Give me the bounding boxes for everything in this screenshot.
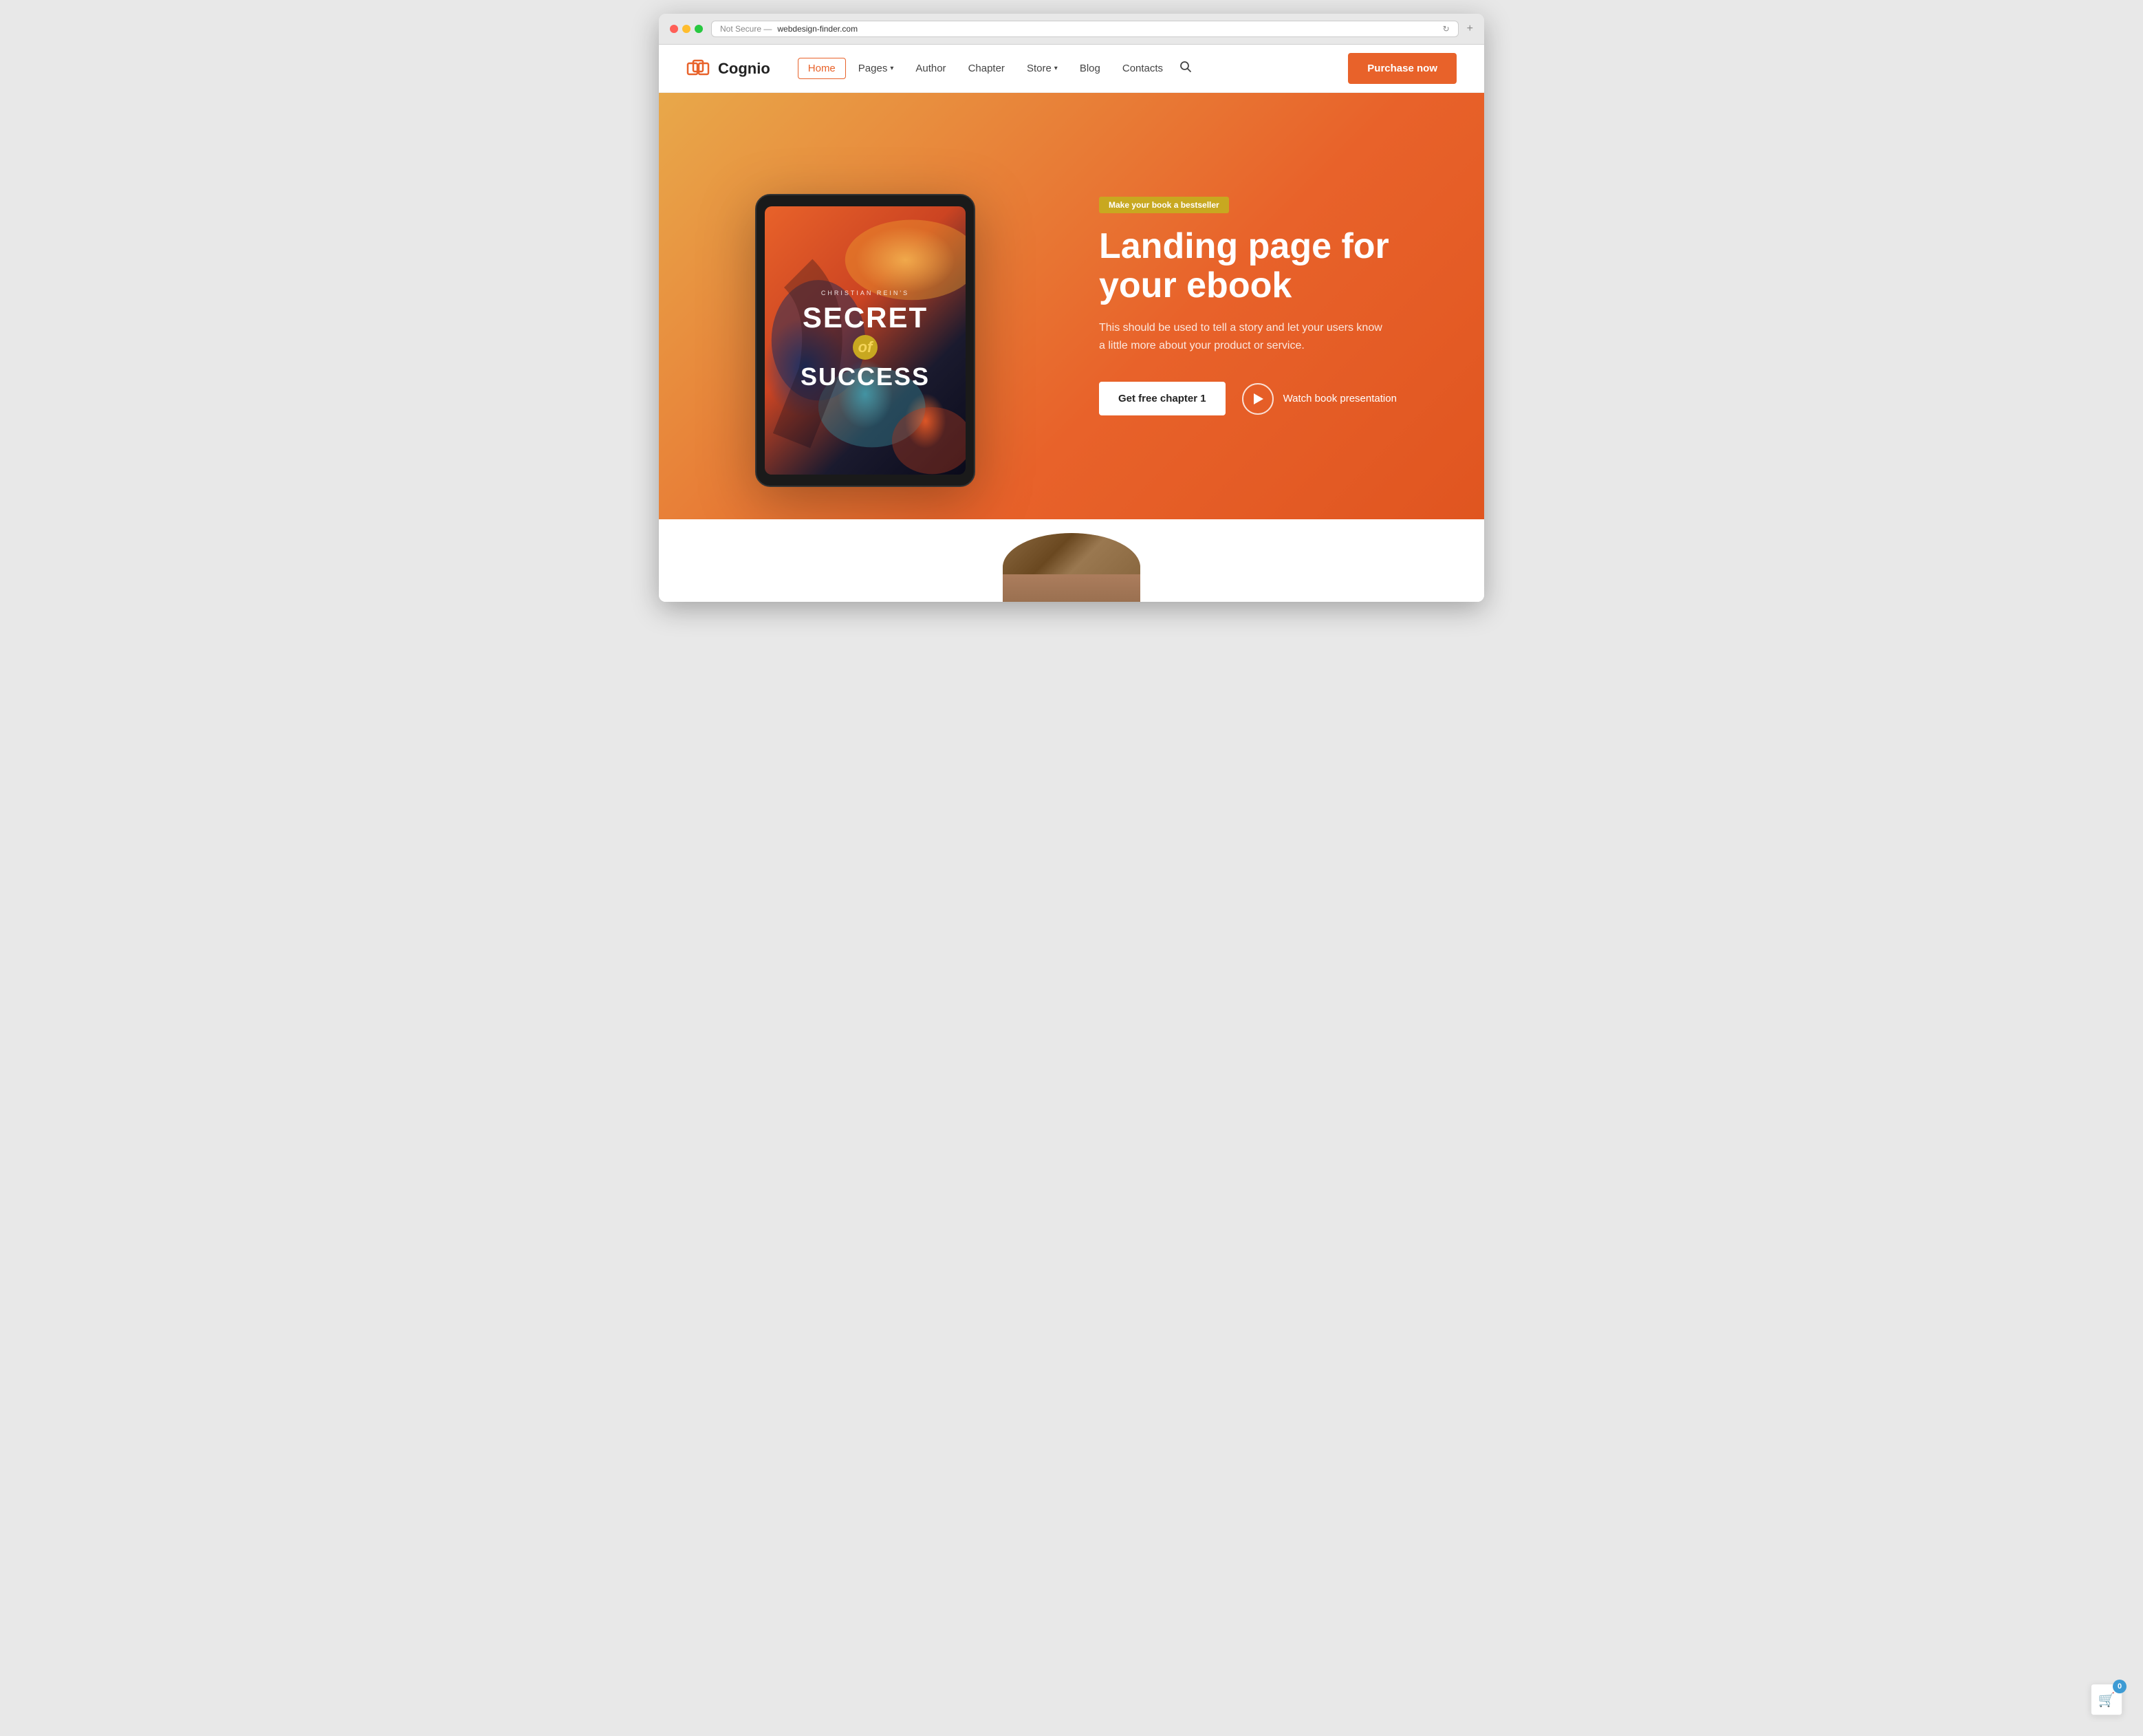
book-title-of: of: [853, 335, 878, 360]
play-button[interactable]: [1242, 383, 1274, 415]
hero-section: Christian Rein's SECRET of SUCCESS Mak: [659, 93, 1484, 519]
search-icon[interactable]: [1175, 56, 1196, 80]
hero-description: This should be used to tell a story and …: [1099, 319, 1388, 354]
nav-item-pages[interactable]: Pages ▾: [849, 58, 904, 78]
below-hero-section: [659, 519, 1484, 602]
nav-links: Home Pages ▾ Author Chapter Store ▾ Blog: [798, 56, 1335, 80]
tablet-frame: Christian Rein's SECRET of SUCCESS: [755, 194, 975, 486]
person-image: [1003, 533, 1140, 602]
security-label: Not Secure —: [720, 24, 772, 34]
nav-blog-label: Blog: [1080, 63, 1100, 74]
logo[interactable]: Cognio: [686, 56, 770, 81]
hero-title: Landing page for your ebook: [1099, 227, 1443, 305]
new-tab-button[interactable]: +: [1467, 23, 1473, 35]
traffic-lights: [670, 25, 703, 33]
minimize-button[interactable]: [682, 25, 690, 33]
purchase-now-button[interactable]: Purchase now: [1348, 53, 1457, 84]
hero-left: Christian Rein's SECRET of SUCCESS: [659, 166, 1072, 445]
nav-item-contacts[interactable]: Contacts: [1113, 58, 1173, 78]
tablet-device: Christian Rein's SECRET of SUCCESS: [755, 194, 975, 486]
book-title-line2: of: [801, 332, 930, 362]
browser-titlebar: Not Secure — webdesign-finder.com ↻ +: [659, 14, 1484, 45]
book-author: Christian Rein's: [801, 290, 930, 296]
tablet-screen: Christian Rein's SECRET of SUCCESS: [765, 206, 966, 474]
nav-chapter-label: Chapter: [968, 63, 1005, 74]
browser-window: Not Secure — webdesign-finder.com ↻ + Co…: [659, 14, 1484, 602]
book-title-success: SUCCESS: [801, 362, 930, 391]
nav-store-label: Store: [1027, 63, 1052, 74]
pages-dropdown-icon: ▾: [890, 65, 893, 72]
book-title-secret: SECRET: [801, 303, 930, 332]
get-free-chapter-button[interactable]: Get free chapter 1: [1099, 382, 1226, 415]
play-icon: [1254, 393, 1263, 404]
watch-presentation-button[interactable]: Watch book presentation: [1242, 383, 1397, 415]
address-bar[interactable]: Not Secure — webdesign-finder.com ↻: [711, 21, 1459, 37]
book-cover-content: Christian Rein's SECRET of SUCCESS: [787, 276, 944, 405]
nav-home-label: Home: [808, 63, 836, 74]
store-dropdown-icon: ▾: [1054, 65, 1058, 72]
nav-item-author[interactable]: Author: [906, 58, 955, 78]
nav-item-blog[interactable]: Blog: [1070, 58, 1110, 78]
nav-item-chapter[interactable]: Chapter: [959, 58, 1014, 78]
nav-author-label: Author: [915, 63, 946, 74]
hero-right: Make your book a bestseller Landing page…: [1072, 155, 1484, 457]
nav-item-home[interactable]: Home: [798, 58, 846, 79]
watch-presentation-label: Watch book presentation: [1283, 393, 1397, 404]
nav-contacts-label: Contacts: [1122, 63, 1163, 74]
nav-pages-label: Pages: [858, 63, 888, 74]
close-button[interactable]: [670, 25, 678, 33]
maximize-button[interactable]: [695, 25, 703, 33]
nav-item-store[interactable]: Store ▾: [1017, 58, 1067, 78]
hero-badge: Make your book a bestseller: [1099, 197, 1229, 213]
url-display: webdesign-finder.com: [777, 24, 858, 34]
refresh-icon[interactable]: ↻: [1443, 24, 1450, 34]
website-content: Cognio Home Pages ▾ Author Chapter Store: [659, 45, 1484, 602]
hero-cta: Get free chapter 1 Watch book presentati…: [1099, 382, 1443, 415]
logo-text: Cognio: [718, 60, 770, 78]
logo-icon: [686, 56, 711, 81]
navbar: Cognio Home Pages ▾ Author Chapter Store: [659, 45, 1484, 93]
person-hair: [1003, 533, 1140, 574]
